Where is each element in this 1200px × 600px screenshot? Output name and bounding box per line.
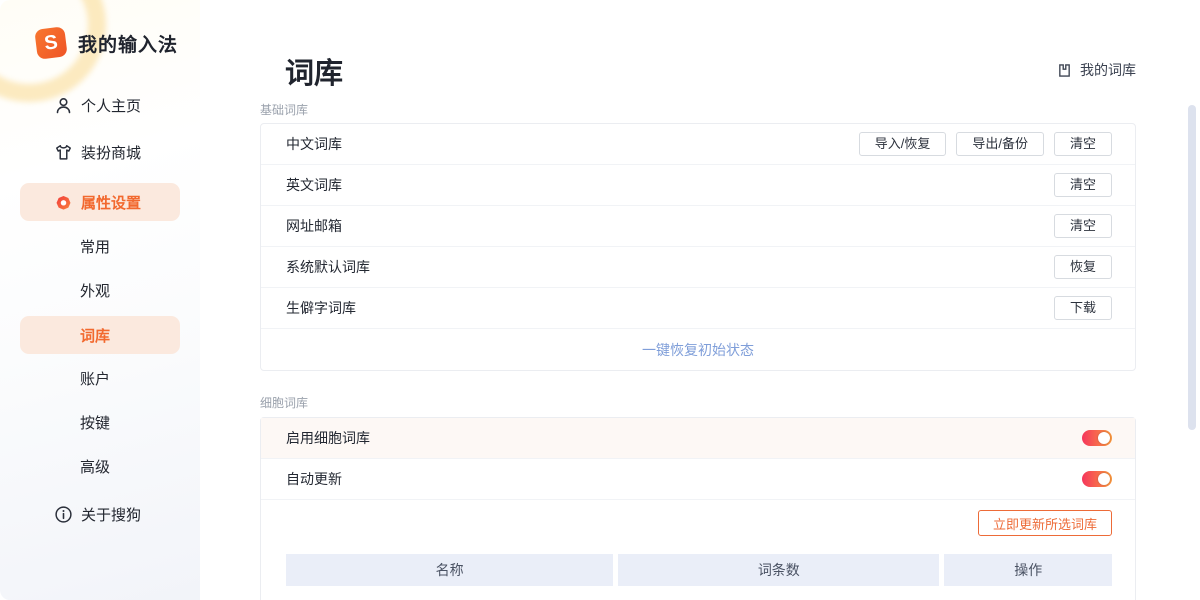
sidebar-item-label: 装扮商城 [81, 142, 141, 163]
column-header-entry-count: 词条数 [618, 554, 939, 586]
my-lexicon-link[interactable]: 我的词库 [1056, 60, 1136, 80]
row-rare-characters-lexicon: 生僻字词库 下载 [261, 288, 1135, 329]
clear-button[interactable]: 清空 [1054, 173, 1112, 197]
cell-lexicon-table-header: 名称 词条数 操作 [286, 554, 1112, 586]
sidebar-item-label: 按键 [80, 412, 110, 433]
sidebar-item-keys[interactable]: 按键 [20, 406, 180, 438]
section-label-cell: 细胞词库 [260, 394, 308, 411]
sidebar-item-label: 高级 [80, 456, 110, 477]
main-content: 词库 我的词库 基础词库 中文词库 导入/恢复 导出/备份 清空 英文词库 清空 [200, 0, 1200, 600]
app-title: 我的输入法 [78, 30, 178, 57]
vertical-scrollbar[interactable] [1188, 105, 1196, 430]
export-backup-button[interactable]: 导出/备份 [956, 132, 1044, 156]
sidebar: S 我的输入法 个人主页 装扮商城 属性设置 [0, 0, 200, 600]
enable-cell-lexicon-toggle[interactable] [1082, 430, 1112, 446]
sidebar-item-account[interactable]: 账户 [20, 362, 180, 394]
sidebar-item-label: 外观 [80, 280, 110, 301]
reset-link-row: 一键恢复初始状态 [261, 329, 1135, 370]
row-label: 生僻字词库 [286, 298, 356, 318]
my-lexicon-label: 我的词库 [1080, 60, 1136, 80]
person-icon [54, 96, 73, 115]
sidebar-item-homepage[interactable]: 个人主页 [20, 89, 180, 121]
sogou-logo-icon: S [34, 26, 67, 59]
sidebar-item-appearance[interactable]: 外观 [20, 274, 180, 306]
my-lexicon-icon [1056, 62, 1073, 79]
clear-button[interactable]: 清空 [1054, 132, 1112, 156]
cell-lexicon-card: 启用细胞词库 自动更新 立即更新所选词库 名称 词条数 操作 [260, 417, 1136, 600]
sidebar-item-label: 常用 [80, 236, 110, 257]
sidebar-item-label: 词库 [80, 325, 110, 346]
row-label: 自动更新 [286, 469, 342, 489]
row-enable-cell-lexicon: 启用细胞词库 [261, 418, 1135, 459]
sidebar-item-label: 关于搜狗 [81, 504, 141, 525]
basic-lexicon-card: 中文词库 导入/恢复 导出/备份 清空 英文词库 清空 网址邮箱 清空 系统默认… [260, 123, 1136, 371]
sidebar-item-label: 属性设置 [81, 192, 141, 213]
column-header-operation: 操作 [944, 554, 1112, 586]
tshirt-icon [54, 143, 73, 162]
sidebar-item-common[interactable]: 常用 [20, 230, 180, 262]
row-url-email: 网址邮箱 清空 [261, 206, 1135, 247]
settings-icon [54, 193, 73, 212]
sidebar-item-settings[interactable]: 属性设置 [20, 183, 180, 221]
info-icon [54, 505, 73, 524]
sidebar-item-about-sogou[interactable]: 关于搜狗 [20, 498, 180, 530]
sidebar-item-lexicon[interactable]: 词库 [20, 316, 180, 354]
app-window: S 我的输入法 个人主页 装扮商城 属性设置 [0, 0, 1200, 600]
update-row: 立即更新所选词库 [261, 500, 1135, 546]
row-chinese-lexicon: 中文词库 导入/恢复 导出/备份 清空 [261, 124, 1135, 165]
page-title: 词库 [285, 50, 343, 92]
row-label: 英文词库 [286, 175, 342, 195]
row-label: 系统默认词库 [286, 257, 370, 277]
sidebar-item-skin-shop[interactable]: 装扮商城 [20, 136, 180, 168]
restore-button[interactable]: 恢复 [1054, 255, 1112, 279]
update-selected-lexicons-button[interactable]: 立即更新所选词库 [978, 510, 1112, 536]
row-label: 中文词库 [286, 134, 342, 154]
column-header-name: 名称 [286, 554, 613, 586]
clear-button[interactable]: 清空 [1054, 214, 1112, 238]
section-label-basic: 基础词库 [260, 101, 308, 118]
download-button[interactable]: 下载 [1054, 296, 1112, 320]
sidebar-item-label: 个人主页 [81, 95, 141, 116]
row-label: 启用细胞词库 [286, 428, 370, 448]
one-click-reset-link[interactable]: 一键恢复初始状态 [642, 340, 754, 360]
app-brand: S 我的输入法 [36, 28, 178, 58]
auto-update-toggle[interactable] [1082, 471, 1112, 487]
row-system-default-lexicon: 系统默认词库 恢复 [261, 247, 1135, 288]
import-restore-button[interactable]: 导入/恢复 [859, 132, 947, 156]
sidebar-item-label: 账户 [80, 368, 110, 389]
sidebar-item-advanced[interactable]: 高级 [20, 450, 180, 482]
row-label: 网址邮箱 [286, 216, 342, 236]
row-auto-update: 自动更新 [261, 459, 1135, 500]
row-english-lexicon: 英文词库 清空 [261, 165, 1135, 206]
